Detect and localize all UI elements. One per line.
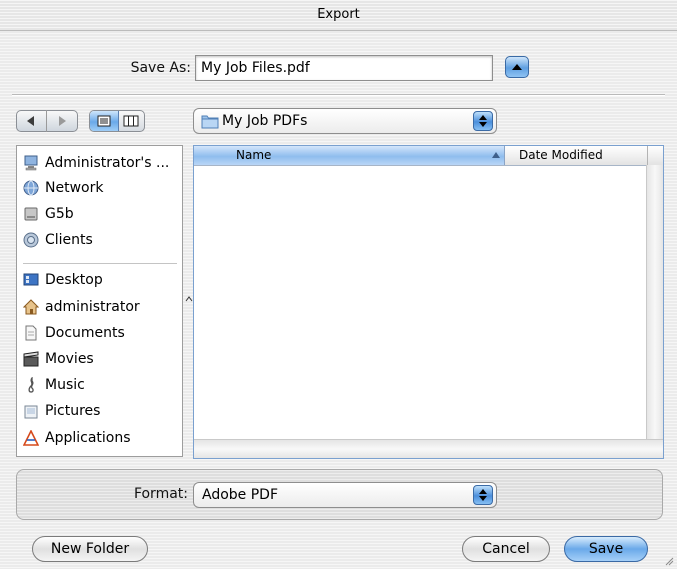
title-bar: Export — [0, 0, 677, 31]
horizontal-scrollbar[interactable] — [194, 439, 663, 458]
sidebar-divider — [23, 263, 177, 264]
sidebar-item-documents[interactable]: Documents — [23, 321, 182, 345]
sidebar-item-movies[interactable]: Movies — [23, 347, 182, 371]
back-arrow-icon — [27, 116, 34, 126]
server-volume-icon — [23, 232, 39, 248]
hard-drive-icon — [24, 207, 38, 221]
save-button[interactable]: Save — [564, 536, 648, 562]
sidebar-item-label: Desktop — [45, 272, 103, 288]
save-as-field[interactable]: My Job Files.pdf — [195, 55, 493, 81]
back-button[interactable] — [16, 110, 47, 132]
sidebar-item-label: Network — [45, 180, 104, 196]
sidebar-resize-handle[interactable] — [185, 295, 193, 303]
file-list[interactable]: Name Date Modified — [193, 145, 664, 459]
column-header-name-label: Name — [236, 148, 272, 162]
sidebar-item-pictures[interactable]: Pictures — [23, 399, 182, 423]
sidebar-item-clients[interactable]: Clients — [23, 228, 182, 252]
triangle-up-icon — [512, 64, 522, 70]
column-header-date-label: Date Modified — [519, 148, 603, 162]
sidebar-item-music[interactable]: Music — [23, 373, 182, 397]
save-as-value: My Job Files.pdf — [201, 60, 310, 76]
home-icon — [23, 299, 39, 315]
forward-button[interactable] — [47, 110, 78, 132]
forward-arrow-icon — [59, 116, 66, 126]
sort-ascending-icon — [492, 152, 500, 158]
popup-arrows-icon — [473, 485, 493, 505]
list-view-icon — [97, 115, 111, 127]
sidebar-item-label: Clients — [45, 232, 93, 248]
column-header-spacer — [648, 146, 663, 165]
window-resize-grip[interactable] — [664, 556, 674, 566]
sidebar-item-label: Movies — [45, 351, 94, 367]
sidebar-item-label: Administrator's ... — [45, 155, 170, 171]
window-title: Export — [317, 7, 360, 22]
sidebar-item-desktop[interactable]: Desktop — [23, 268, 182, 292]
applications-icon — [23, 430, 39, 446]
format-label: Format: — [133, 486, 188, 502]
pictures-icon — [24, 405, 38, 419]
sidebar-item-label: G5b — [45, 206, 74, 222]
format-popup[interactable]: Adobe PDF — [193, 482, 497, 508]
sidebar-item-label: Documents — [45, 325, 125, 341]
folder-icon — [201, 115, 219, 129]
column-view-icon — [123, 115, 139, 127]
format-popup-value: Adobe PDF — [202, 487, 279, 503]
new-folder-label: New Folder — [50, 541, 130, 557]
cancel-label: Cancel — [482, 541, 530, 557]
sidebar-item-label: administrator — [45, 299, 140, 315]
top-separator — [12, 94, 665, 96]
cancel-button[interactable]: Cancel — [462, 536, 550, 562]
sidebar-item-label: Music — [45, 377, 85, 393]
new-folder-button[interactable]: New Folder — [32, 536, 148, 562]
sidebar-item-g5b[interactable]: G5b — [23, 202, 182, 226]
view-mode-segment — [89, 110, 145, 132]
sidebar-item-label: Applications — [45, 430, 131, 446]
movies-icon — [23, 351, 39, 367]
sidebar-item-administrators-computer[interactable]: Administrator's ... — [23, 151, 182, 175]
location-popup-value: My Job PDFs — [222, 113, 308, 129]
expand-dialog-button[interactable] — [505, 56, 529, 78]
file-list-header: Name Date Modified — [194, 146, 663, 166]
column-header-date-modified[interactable]: Date Modified — [505, 146, 648, 165]
sidebar: Administrator's ... Network G5b Clients … — [16, 145, 183, 457]
sidebar-item-label: Pictures — [45, 403, 101, 419]
vertical-scrollbar[interactable] — [646, 165, 663, 439]
documents-icon — [25, 325, 37, 341]
sidebar-item-network[interactable]: Network — [23, 176, 182, 200]
save-as-label: Save As: — [130, 60, 191, 76]
column-header-name[interactable]: Name — [194, 146, 505, 165]
music-icon — [28, 377, 34, 393]
network-globe-icon — [23, 180, 39, 196]
list-view-button[interactable] — [90, 111, 119, 131]
desktop-icon — [23, 273, 39, 286]
computer-icon — [24, 155, 38, 171]
popup-arrows-icon — [473, 111, 493, 131]
save-label: Save — [588, 541, 624, 557]
column-view-button[interactable] — [118, 111, 144, 131]
location-popup[interactable]: My Job PDFs — [193, 108, 497, 134]
sidebar-item-applications[interactable]: Applications — [23, 426, 182, 450]
sidebar-item-administrator[interactable]: administrator — [23, 295, 182, 319]
